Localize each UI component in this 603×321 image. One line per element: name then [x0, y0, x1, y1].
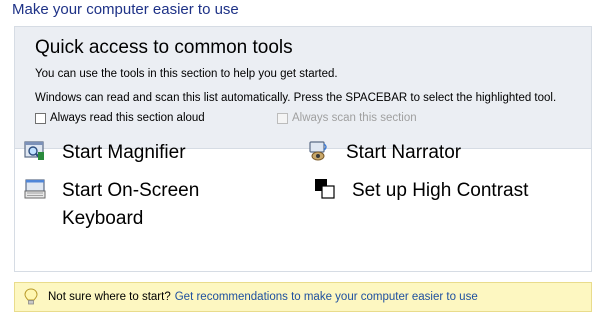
on-screen-keyboard-label: Start On-Screen Keyboard [62, 180, 200, 229]
page-title: Make your computer easier to use [12, 1, 239, 18]
start-narrator-link[interactable]: Start Narrator [308, 139, 461, 167]
magnifier-icon [24, 140, 46, 162]
lightbulb-icon [24, 288, 38, 306]
quick-access-header: Quick access to common tools You can use… [15, 27, 591, 148]
read-aloud-checkbox[interactable]: Always read this section aloud [35, 112, 205, 124]
narrator-label: Start Narrator [346, 142, 462, 163]
section-title: Quick access to common tools [35, 37, 293, 58]
narrator-icon [308, 140, 330, 162]
checkbox-box[interactable] [277, 112, 288, 124]
high-contrast-label: Set up High Contrast [352, 180, 529, 201]
magnifier-label: Start Magnifier [62, 142, 186, 163]
section-instructions: Windows can read and scan this list auto… [35, 92, 557, 104]
set-up-high-contrast-link[interactable]: Set up High Contrast [314, 177, 528, 205]
recommendations-tip-bar: Not sure where to start? Get recommendat… [14, 282, 592, 312]
scan-section-label: Always scan this section [292, 112, 417, 124]
scan-section-checkbox[interactable]: Always scan this section [277, 112, 417, 124]
read-aloud-label: Always read this section aloud [50, 112, 205, 124]
recommendations-link[interactable]: Get recommendations to make your compute… [175, 291, 478, 303]
contrast-icon [314, 178, 336, 200]
tip-text: Not sure where to start? [48, 291, 171, 303]
start-magnifier-link[interactable]: Start Magnifier [24, 139, 186, 167]
checkbox-box[interactable] [35, 112, 46, 124]
start-on-screen-keyboard-link[interactable]: Start On-Screen Keyboard [24, 177, 254, 233]
section-description: You can use the tools in this section to… [35, 68, 338, 80]
keyboard-icon [24, 178, 46, 200]
